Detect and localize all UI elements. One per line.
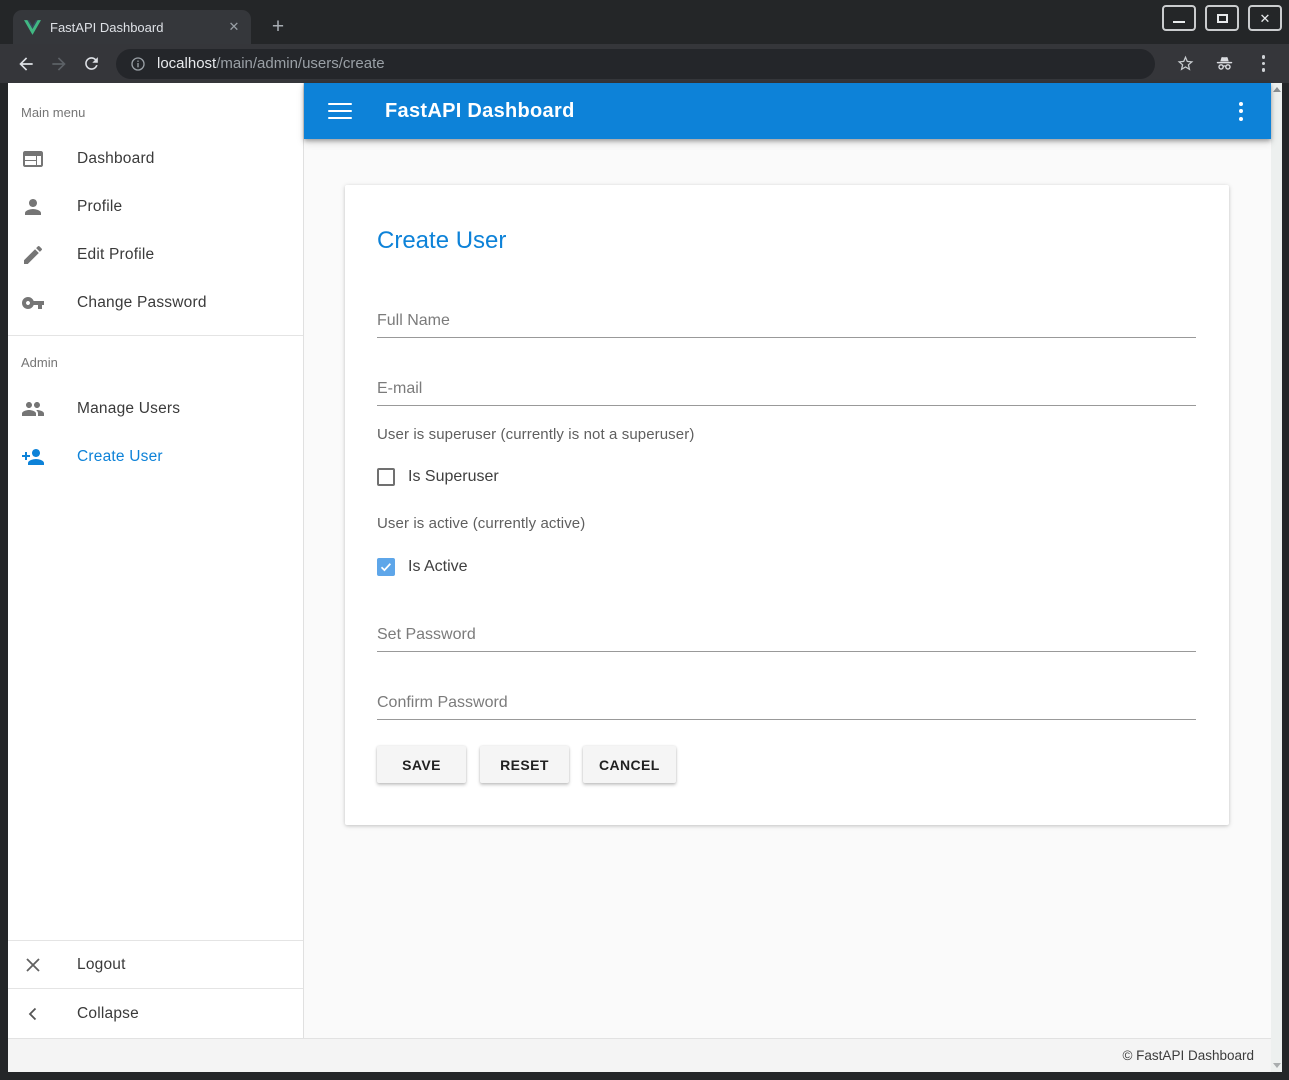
url-path: /main/admin/users/create [216, 55, 384, 72]
sidebar-item-label: Edit Profile [77, 246, 154, 264]
web-page: Main menu Dashboard Profile [8, 83, 1271, 1072]
sidebar: Main menu Dashboard Profile [8, 83, 304, 1038]
address-bar[interactable]: localhost/main/admin/users/create [116, 49, 1155, 79]
sidebar-item-label: Create User [77, 448, 163, 466]
key-icon [21, 291, 45, 315]
sidebar-item-label: Profile [77, 198, 122, 216]
sidebar-item-label: Change Password [77, 294, 207, 312]
appbar: FastAPI Dashboard [304, 83, 1271, 139]
pencil-icon [21, 243, 45, 267]
email-input[interactable] [377, 380, 1196, 405]
bookmark-star-button[interactable] [1169, 47, 1202, 80]
toolbar-right [1169, 47, 1280, 80]
person-icon [21, 195, 45, 219]
full-name-input[interactable] [377, 312, 1196, 337]
sidebar-item-collapse[interactable]: Collapse [8, 988, 303, 1038]
superuser-checkbox-label[interactable]: Is Superuser [408, 468, 499, 486]
page-main: Main menu Dashboard Profile [8, 83, 1271, 1038]
minimize-button[interactable] [1162, 5, 1196, 31]
incognito-icon [1214, 53, 1235, 74]
sidebar-item-create-user[interactable]: Create User [8, 433, 303, 481]
sidebar-item-label: Collapse [77, 1005, 139, 1023]
appbar-kebab-menu-icon[interactable] [1239, 102, 1243, 121]
cancel-button[interactable]: CANCEL [583, 746, 676, 783]
browser-window: FastAPI Dashboard ✕ + ✕ localhost/main/a… [0, 0, 1289, 1080]
active-note: User is active (currently active) [377, 515, 1196, 532]
sidebar-section-admin: Admin [8, 336, 303, 385]
vue-logo-icon [24, 20, 41, 35]
maximize-icon [1217, 14, 1228, 23]
full-name-field-wrap [377, 296, 1196, 338]
set-password-field-wrap [377, 610, 1196, 652]
appbar-title: FastAPI Dashboard [385, 100, 575, 123]
copyright-text: © FastAPI Dashboard [1122, 1048, 1254, 1063]
info-icon [130, 56, 146, 72]
url-host: localhost [157, 55, 216, 72]
url-text: localhost/main/admin/users/create [157, 55, 385, 72]
superuser-note: User is superuser (currently is not a su… [377, 426, 1196, 443]
confirm-password-field-wrap [377, 678, 1196, 720]
sidebar-item-edit-profile[interactable]: Edit Profile [8, 231, 303, 279]
superuser-checkbox[interactable] [377, 468, 395, 486]
dashboard-icon [21, 147, 45, 171]
scroll-up-arrow-icon[interactable] [1273, 87, 1281, 92]
reload-icon [82, 54, 101, 73]
form-buttons: SAVE RESET CANCEL [377, 746, 1196, 783]
browser-toolbar: localhost/main/admin/users/create [0, 44, 1289, 83]
people-icon [21, 397, 45, 421]
sidebar-section-main-menu: Main menu [8, 83, 303, 135]
sidebar-item-dashboard[interactable]: Dashboard [8, 135, 303, 183]
browser-titlebar: FastAPI Dashboard ✕ + ✕ [0, 0, 1289, 44]
sidebar-item-logout[interactable]: Logout [8, 940, 303, 988]
check-icon [379, 560, 393, 574]
sidebar-item-label: Logout [77, 956, 126, 974]
back-button[interactable] [9, 47, 42, 80]
reset-button[interactable]: RESET [480, 746, 569, 783]
save-button[interactable]: SAVE [377, 746, 466, 783]
browser-menu-button[interactable] [1247, 47, 1280, 80]
hamburger-menu-icon[interactable] [328, 103, 352, 120]
browser-tab[interactable]: FastAPI Dashboard ✕ [13, 10, 251, 44]
sidebar-spacer [8, 481, 303, 940]
sidebar-item-label: Dashboard [77, 150, 155, 168]
email-field-wrap [377, 364, 1196, 406]
close-icon [21, 953, 45, 977]
chevron-left-icon [21, 1002, 45, 1026]
minimize-icon [1173, 21, 1185, 23]
content-area: Create User User is superuser (currently… [304, 139, 1271, 1038]
sidebar-item-label: Manage Users [77, 400, 180, 418]
browser-viewport: Main menu Dashboard Profile [8, 83, 1282, 1072]
page-footer: © FastAPI Dashboard [8, 1038, 1271, 1072]
set-password-input[interactable] [377, 626, 1196, 651]
sidebar-item-change-password[interactable]: Change Password [8, 279, 303, 327]
maximize-button[interactable] [1205, 5, 1239, 31]
create-user-card: Create User User is superuser (currently… [345, 185, 1229, 825]
person-add-icon [21, 445, 45, 469]
confirm-password-input[interactable] [377, 694, 1196, 719]
reload-button[interactable] [75, 47, 108, 80]
tab-close-icon[interactable]: ✕ [225, 18, 243, 36]
close-icon: ✕ [1260, 12, 1271, 25]
kebab-menu-icon [1262, 55, 1266, 72]
active-checkbox-label[interactable]: Is Active [408, 558, 468, 576]
active-checkbox[interactable] [377, 558, 395, 576]
page-scrollbar[interactable] [1271, 83, 1282, 1072]
main-area: FastAPI Dashboard Create User [304, 83, 1271, 1038]
sidebar-item-manage-users[interactable]: Manage Users [8, 385, 303, 433]
superuser-checkbox-row[interactable]: Is Superuser [377, 467, 1196, 487]
tab-title: FastAPI Dashboard [50, 20, 216, 35]
back-arrow-icon [16, 54, 36, 74]
page-title: Create User [377, 225, 1196, 257]
forward-button[interactable] [42, 47, 75, 80]
forward-arrow-icon [49, 54, 69, 74]
star-icon [1176, 54, 1195, 73]
active-checkbox-row[interactable]: Is Active [377, 557, 1196, 577]
close-window-button[interactable]: ✕ [1248, 5, 1282, 31]
incognito-badge [1208, 47, 1241, 80]
sidebar-item-profile[interactable]: Profile [8, 183, 303, 231]
new-tab-button[interactable]: + [263, 12, 293, 42]
scroll-down-arrow-icon[interactable] [1273, 1063, 1281, 1068]
window-controls: ✕ [1162, 5, 1282, 31]
